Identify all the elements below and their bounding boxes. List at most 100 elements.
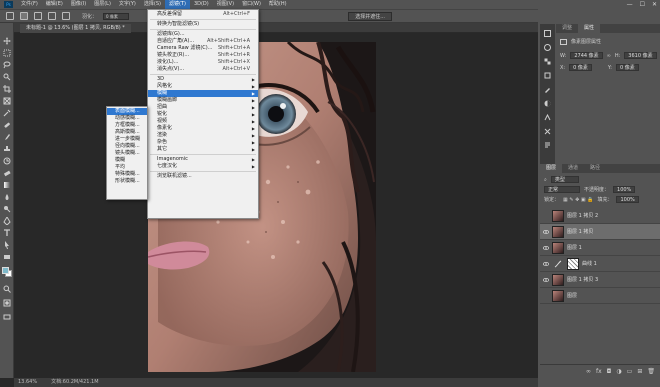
- menu-item-render[interactable]: 渲染 ▶: [148, 132, 258, 139]
- adjustment-icon[interactable]: ◑: [616, 368, 621, 375]
- menu-item-lens-blur[interactable]: 镜头模糊...: [107, 150, 147, 157]
- info-panel-icon[interactable]: [544, 72, 551, 79]
- menu-item-stylize[interactable]: 风格化 ▶: [148, 83, 258, 90]
- menu-item-imagenomic[interactable]: Imagenomic ▶: [148, 156, 258, 163]
- menu-view[interactable]: 视图(V): [213, 0, 238, 9]
- fx-icon[interactable]: fx: [596, 368, 602, 375]
- lock-icons[interactable]: ▦ ✎ ✥ ▣ 🔒: [563, 197, 593, 203]
- subtract-selection-icon[interactable]: [48, 12, 56, 20]
- quick-selection-tool-icon[interactable]: [3, 73, 11, 81]
- menu-item-shape-blur[interactable]: 形状模糊...: [107, 178, 147, 185]
- crop-tool-icon[interactable]: [3, 85, 11, 93]
- tab-adjustments[interactable]: 调整: [556, 24, 578, 33]
- add-selection-icon[interactable]: [34, 12, 42, 20]
- link-icon[interactable]: ∞: [586, 368, 591, 375]
- tab-properties[interactable]: 属性: [578, 24, 601, 33]
- menu-item-adaptive-wide-angle[interactable]: 自适应广角(A)... Alt+Shift+Ctrl+A: [148, 38, 258, 45]
- visibility-toggle[interactable]: [543, 293, 549, 299]
- marquee-tool-icon[interactable]: [3, 49, 11, 57]
- link-icon[interactable]: ∞: [607, 53, 611, 59]
- hand-tool-icon[interactable]: [9, 261, 13, 265]
- fill-field[interactable]: 100%: [616, 196, 639, 203]
- menu-item-smart-blur[interactable]: 特殊模糊...: [107, 171, 147, 178]
- history-panel-icon[interactable]: [544, 30, 551, 37]
- menu-item-surface-blur[interactable]: 表面模糊...: [107, 108, 147, 115]
- menu-layer[interactable]: 图层(L): [90, 0, 115, 9]
- menu-item-3d[interactable]: 3D ▶: [148, 76, 258, 83]
- document-tab[interactable]: 未标题-1 @ 13.6% (图层 1 拷贝, RGB/8) *: [20, 24, 131, 33]
- layer-row[interactable]: 曲线 1: [540, 256, 660, 272]
- menu-filter[interactable]: 滤镜(T): [164, 0, 190, 9]
- x-field[interactable]: 0 像素: [569, 64, 592, 71]
- move-tool-icon[interactable]: [3, 37, 11, 45]
- menu-item-filter-gallery[interactable]: 滤镜库(G)...: [148, 31, 258, 38]
- clone-stamp-tool-icon[interactable]: [3, 145, 11, 153]
- layer-name[interactable]: 图层 1 拷贝 2: [567, 212, 598, 219]
- menu-select[interactable]: 选择(S): [140, 0, 165, 9]
- foreground-color-swatch[interactable]: [2, 267, 9, 274]
- layer-row[interactable]: 图层 1 拷贝: [540, 224, 660, 240]
- zoom-level[interactable]: 13.64%: [18, 378, 37, 387]
- layer-name[interactable]: 图层 1 拷贝: [567, 228, 593, 235]
- character-panel-icon[interactable]: [544, 113, 551, 121]
- new-layer-icon[interactable]: ⊞: [637, 368, 642, 375]
- history-brush-tool-icon[interactable]: [3, 157, 11, 165]
- blend-mode-select[interactable]: 正常: [544, 186, 580, 193]
- menu-item-other[interactable]: 其它 ▶: [148, 146, 258, 153]
- minimize-button[interactable]: —: [627, 0, 633, 9]
- eye-icon[interactable]: [543, 229, 549, 235]
- layer-row[interactable]: 图层 1 拷贝 2: [540, 208, 660, 224]
- adjustments-panel-icon[interactable]: [544, 100, 551, 107]
- path-selection-tool-icon[interactable]: [3, 241, 11, 249]
- lasso-tool-icon[interactable]: [3, 61, 11, 69]
- menu-item-camera-raw[interactable]: Camera Raw 滤镜(C)... Shift+Ctrl+A: [148, 45, 258, 52]
- menu-item-vanishing-point[interactable]: 消失点(V)... Alt+Ctrl+V: [148, 66, 258, 73]
- select-and-mask-button[interactable]: 选择并遮住...: [348, 11, 392, 21]
- pen-tool-icon[interactable]: [3, 216, 11, 226]
- brush-tool-icon[interactable]: [3, 133, 11, 141]
- menu-window[interactable]: 窗口(W): [238, 0, 265, 9]
- tab-channels[interactable]: 通道: [562, 164, 584, 173]
- menu-file[interactable]: 文件(F): [17, 0, 42, 9]
- marquee-tool-preset-icon[interactable]: [6, 12, 14, 20]
- screen-mode-icon[interactable]: [3, 313, 11, 321]
- mask-icon[interactable]: ◘: [607, 368, 612, 375]
- feather-input[interactable]: 0 像素: [103, 12, 130, 20]
- eye-icon[interactable]: [543, 245, 549, 251]
- layer-name[interactable]: 曲线 1: [582, 260, 597, 267]
- menu-item-high-pass[interactable]: 高反差保留 Alt+Ctrl+F: [148, 11, 258, 18]
- blur-tool-icon[interactable]: [3, 193, 11, 201]
- tab-paths[interactable]: 路径: [584, 164, 606, 173]
- tab-layers[interactable]: 图层: [540, 164, 563, 173]
- menu-item-browse-online-filters[interactable]: 浏览联机滤镜...: [148, 173, 258, 180]
- brush-settings-panel-icon[interactable]: [544, 86, 551, 93]
- menu-item-blur-more[interactable]: 进一步模糊: [107, 136, 147, 143]
- menu-item-motion-blur[interactable]: 动感模糊...: [107, 115, 147, 122]
- swatches-panel-icon[interactable]: [544, 58, 551, 65]
- color-panel-icon[interactable]: [544, 44, 551, 51]
- layer-name[interactable]: 图层 1 拷贝 3: [567, 276, 598, 283]
- menu-item-noise[interactable]: 杂色 ▶: [148, 139, 258, 146]
- menu-item-distort[interactable]: 扭曲 ▶: [148, 104, 258, 111]
- menu-edit[interactable]: 编辑(E): [42, 0, 67, 9]
- width-field[interactable]: 2744 像素: [570, 52, 603, 59]
- type-tool-icon[interactable]: [3, 229, 11, 237]
- layer-name[interactable]: 图层: [567, 292, 577, 299]
- layer-kind-select[interactable]: 类型: [550, 176, 579, 183]
- maximize-button[interactable]: ☐: [640, 0, 645, 9]
- menu-item-sharpen[interactable]: 锐化 ▶: [148, 111, 258, 118]
- eye-icon[interactable]: [543, 277, 549, 283]
- healing-brush-tool-icon[interactable]: [3, 121, 11, 129]
- dodge-tool-icon[interactable]: [3, 205, 11, 213]
- menu-item-localization[interactable]: 七度汉化 ▶: [148, 163, 258, 170]
- menu-item-gaussian-blur[interactable]: 高斯模糊...: [107, 129, 147, 136]
- menu-help[interactable]: 帮助(H): [265, 0, 291, 9]
- intersect-selection-icon[interactable]: [62, 12, 70, 20]
- paragraph-panel-icon[interactable]: [544, 142, 551, 149]
- new-selection-icon[interactable]: [20, 12, 28, 20]
- menu-item-average[interactable]: 平均: [107, 164, 147, 171]
- opacity-field[interactable]: 100%: [613, 186, 636, 193]
- menu-3d[interactable]: 3D(D): [190, 0, 213, 9]
- menu-item-pixelate[interactable]: 像素化 ▶: [148, 125, 258, 132]
- y-field[interactable]: 0 像素: [615, 64, 639, 71]
